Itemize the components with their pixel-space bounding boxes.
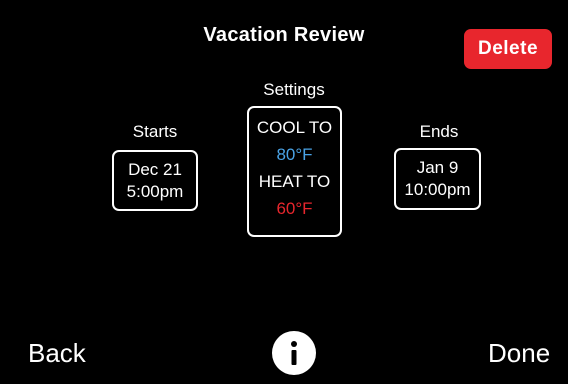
settings-box[interactable]: COOL TO 80°F HEAT TO 60°F bbox=[247, 106, 342, 237]
starts-date: Dec 21 bbox=[128, 159, 182, 179]
ends-box[interactable]: Jan 9 10:00pm bbox=[394, 148, 481, 210]
vacation-review-screen: Vacation Review Delete Starts Dec 21 5:0… bbox=[0, 0, 568, 384]
ends-date: Jan 9 bbox=[416, 158, 459, 177]
ends-time: 10:00pm bbox=[404, 180, 471, 199]
done-button[interactable]: Done bbox=[488, 338, 550, 369]
cool-to-value: 80°F bbox=[276, 145, 313, 164]
starts-box[interactable]: Dec 21 5:00pm bbox=[112, 150, 198, 211]
heat-to-label: HEAT TO bbox=[258, 172, 331, 191]
heat-to-value: 60°F bbox=[276, 199, 313, 218]
ends-label: Ends bbox=[419, 122, 459, 141]
info-icon bbox=[291, 341, 297, 365]
cool-to-label: COOL TO bbox=[256, 118, 333, 137]
back-button[interactable]: Back bbox=[28, 338, 86, 369]
starts-label: Starts bbox=[132, 122, 178, 141]
info-button[interactable] bbox=[272, 331, 316, 375]
starts-time: 5:00pm bbox=[126, 181, 184, 201]
settings-label: Settings bbox=[263, 80, 325, 99]
delete-button[interactable]: Delete bbox=[464, 29, 552, 69]
